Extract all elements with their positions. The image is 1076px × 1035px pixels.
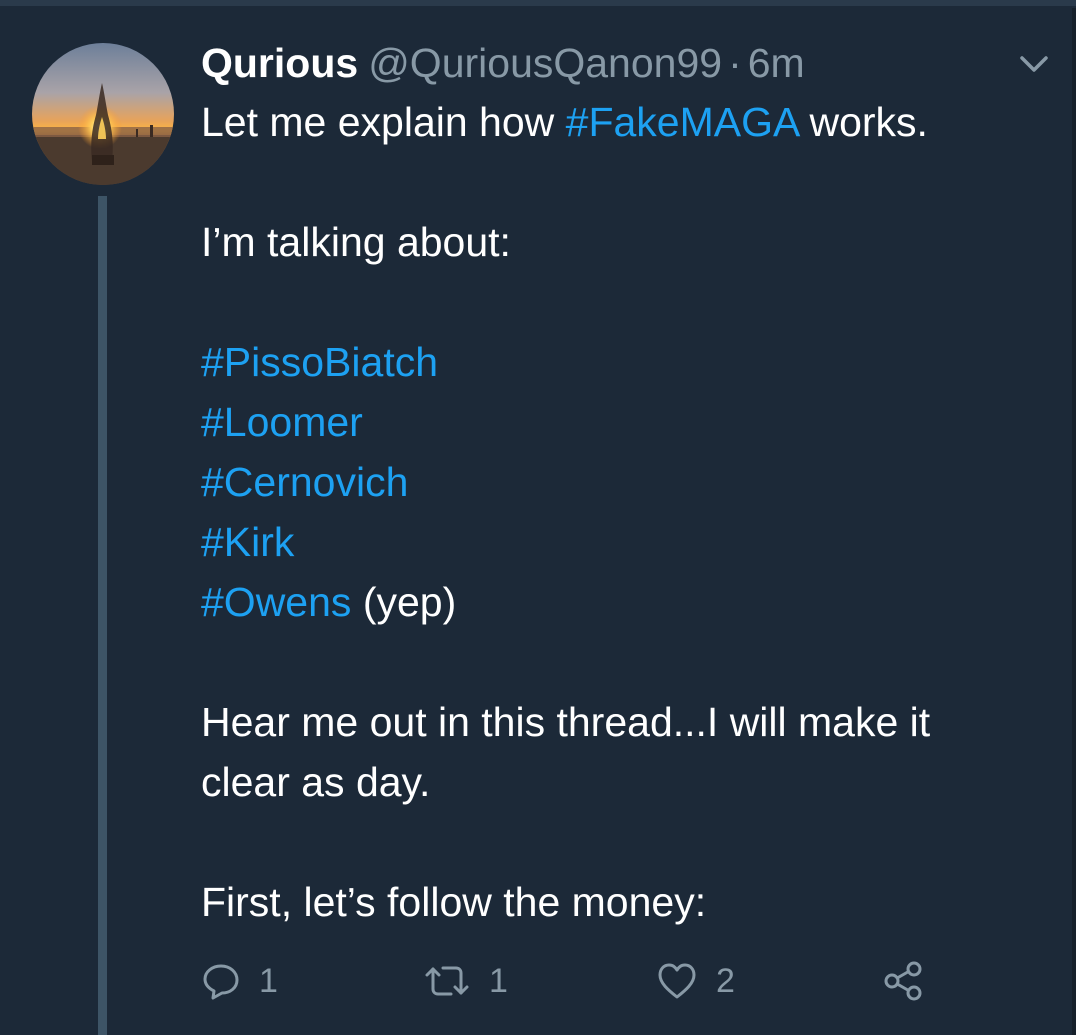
reply-icon: [203, 964, 239, 1000]
like-button[interactable]: 2: [656, 953, 735, 1009]
tweet-text-segment: (yep): [351, 579, 457, 625]
tweet-text-segment: I’m talking about:: [201, 219, 511, 265]
tweet-text-line: #Cernovich: [201, 452, 1041, 512]
tweet-text-segment: Hear me out in this thread...I will make…: [201, 699, 931, 745]
tweet-timestamp[interactable]: 6m: [748, 40, 805, 86]
tweet-header: Qurious @QuriousQanon99 · 6m: [201, 38, 805, 88]
tweet-text-line: #Loomer: [201, 392, 1041, 452]
hashtag-link[interactable]: #Cernovich: [201, 459, 408, 505]
thread-connector-line: [98, 196, 107, 1035]
tweet-action-bar: 1 1 2: [201, 953, 961, 1009]
hashtag-link[interactable]: #FakeMAGA: [566, 99, 798, 145]
tweet-text: Let me explain how #FakeMAGA works. I’m t…: [201, 92, 1041, 932]
hashtag-link[interactable]: #PissoBiatch: [201, 339, 438, 385]
tweet-text-line: Let me explain how #FakeMAGA works.: [201, 92, 1041, 152]
header-separator: ·: [728, 40, 742, 86]
tweet-text-line: #Kirk: [201, 512, 1041, 572]
tweet-menu-button[interactable]: [1016, 50, 1052, 78]
retweet-button[interactable]: 1: [423, 953, 508, 1009]
reply-count: 1: [259, 962, 278, 1000]
hashtag-link[interactable]: #Owens: [201, 579, 351, 625]
chevron-down-icon: [1020, 56, 1048, 72]
tweet-text-line: #Owens (yep): [201, 572, 1041, 632]
hashtag-link[interactable]: #Loomer: [201, 399, 363, 445]
tweet-text-line: Hear me out in this thread...I will make…: [201, 692, 1041, 752]
retweet-icon: [425, 966, 469, 996]
author-display-name[interactable]: Qurious: [201, 40, 358, 86]
tweet-text-line: First, let’s follow the money:: [201, 872, 1041, 932]
heart-icon: [658, 963, 696, 999]
right-edge: [1072, 8, 1076, 1035]
tweet-text-segment: Let me explain how: [201, 99, 566, 145]
avatar-image: [32, 43, 174, 185]
top-divider: [0, 0, 1076, 6]
retweet-count: 1: [489, 962, 508, 1000]
hashtag-link[interactable]: #Kirk: [201, 519, 294, 565]
share-button[interactable]: [881, 953, 925, 1009]
tweet-text-segment: works.: [798, 99, 928, 145]
avatar[interactable]: [32, 43, 174, 185]
tweet-text-line: #PissoBiatch: [201, 332, 1041, 392]
tweet-text-line: I’m talking about:: [201, 212, 1041, 272]
share-icon: [884, 961, 922, 1001]
reply-button[interactable]: 1: [201, 953, 278, 1009]
like-count: 2: [716, 962, 735, 1000]
tweet-text-segment: First, let’s follow the money:: [201, 879, 707, 925]
author-handle[interactable]: @QuriousQanon99: [368, 40, 722, 86]
tweet-text-segment: clear as day.: [201, 759, 431, 805]
tweet-text-line: clear as day.: [201, 752, 1041, 812]
